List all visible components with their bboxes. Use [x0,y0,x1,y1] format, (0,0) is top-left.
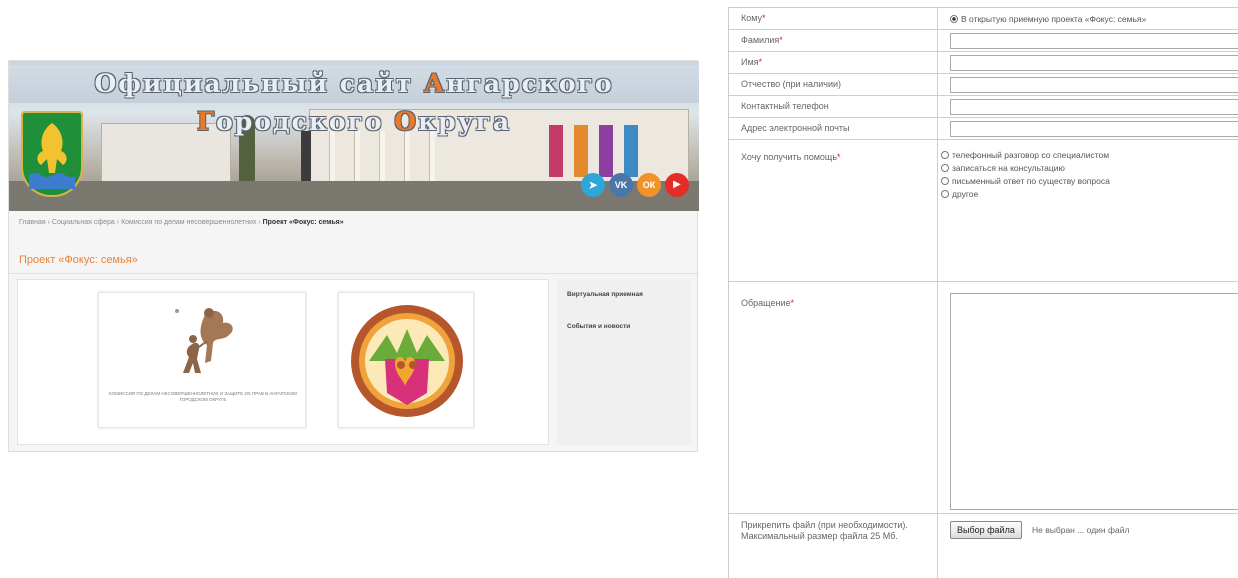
help-option-other[interactable]: другое [941,189,978,200]
form-row-surname: Фамилия* [729,30,1238,52]
patronymic-input[interactable] [950,77,1238,93]
banner-poster [549,125,563,177]
breadcrumb-current: Проект «Фокус: семья» [262,219,344,226]
phone-input[interactable] [950,99,1238,115]
message-textarea[interactable] [950,293,1238,510]
file-status: Не выбран ... один файл [1032,525,1130,535]
form-row-help: Хочу получить помощь* телефонный разгово… [729,140,1238,282]
patronymic-label: Отчество (при наличии) [741,79,842,89]
family-figures-icon [175,308,233,373]
website-screenshot: Официальный сайт Ангарского Городского О… [8,60,699,452]
form-row-to: Кому* В открытую приемную проекта «Фокус… [729,8,1238,30]
email-label: Адрес электронной почты [741,123,850,133]
vk-icon[interactable]: VK [609,173,633,197]
to-option[interactable]: В открытую приемную проекта «Фокус: семь… [950,14,1146,25]
divider [9,273,699,274]
breadcrumb-link[interactable]: Главная [19,219,46,226]
radio-icon[interactable] [941,151,949,159]
radio-icon[interactable] [941,164,949,172]
radio-selected-icon[interactable] [950,15,958,23]
breadcrumb: Главная › Социальная сфера › Комиссия по… [19,219,344,226]
sidebar: Виртуальная приемная События и новости [557,279,691,445]
to-label: Кому* [741,13,766,23]
site-title: Официальный сайт Ангарского Городского О… [9,65,699,136]
radio-icon[interactable] [941,190,949,198]
form-row-patronymic: Отчество (при наличии) [729,74,1238,96]
radio-icon[interactable] [941,177,949,185]
help-option-consultation[interactable]: записаться на консультацию [941,163,1065,174]
telegram-icon[interactable]: ➤ [581,173,605,197]
phone-label: Контактный телефон [741,101,829,111]
breadcrumb-link[interactable]: Социальная сфера [52,219,115,226]
message-label: Обращение* [741,298,794,308]
banner-poster [574,125,588,177]
banner-poster [624,125,638,177]
help-option-phone[interactable]: телефонный разговор со специалистом [941,150,1109,161]
name-label: Имя* [741,57,763,67]
commission-logo-card[interactable]: КОМИССИЯ ПО ДЕЛАМ НЕСОВЕРШЕННОЛЕТНИХ И З… [98,292,306,428]
youtube-icon[interactable]: ▶ [665,173,689,197]
site-banner: Официальный сайт Ангарского Городского О… [9,61,699,211]
ok-icon[interactable]: ОК [637,173,661,197]
social-links: ➤ VK ОК ▶ [581,173,689,197]
content-area: КОМИССИЯ ПО ДЕЛАМ НЕСОВЕРШЕННОЛЕТНИХ И З… [17,279,549,445]
sidebar-item-virtual-reception[interactable]: Виртуальная приемная [567,291,643,298]
form-row-phone: Контактный телефон [729,96,1238,118]
breadcrumb-link[interactable]: Комиссия по делам несовершеннолетних [121,219,256,226]
banner-poster [599,125,613,177]
name-input[interactable] [950,55,1238,71]
surname-label: Фамилия* [741,35,783,45]
help-label: Хочу получить помощь* [741,152,841,162]
page-title: Проект «Фокус: семья» [19,254,138,266]
form-row-email: Адрес электронной почты [729,118,1238,140]
coat-of-arms-icon [21,111,83,197]
focus-family-logo-card[interactable] [338,292,474,428]
appeal-form: Кому* В открытую приемную проекта «Фокус… [728,7,1238,578]
email-input[interactable] [950,121,1238,137]
choose-file-button[interactable]: Выбор файла [950,521,1022,539]
form-row-name: Имя* [729,52,1238,74]
commission-caption: КОМИССИЯ ПО ДЕЛАМ НЕСОВЕРШЕННОЛЕТНИХ И З… [109,391,297,402]
help-option-written[interactable]: письменный ответ по существу вопроса [941,176,1110,187]
attach-label: Прикрепить файл (при необходимости). Мак… [741,520,908,541]
surname-input[interactable] [950,33,1238,49]
sidebar-item-events-news[interactable]: События и новости [567,323,630,330]
focus-family-emblem-icon [351,305,463,417]
